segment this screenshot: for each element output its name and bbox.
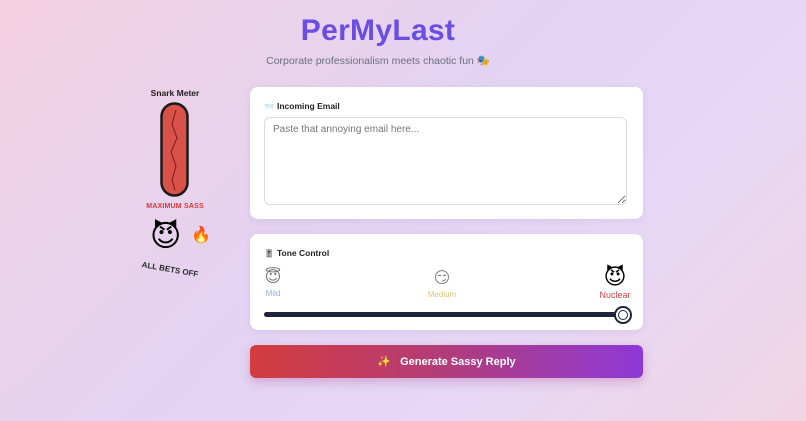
tone-control-label: 🎚️ Tone Control bbox=[264, 248, 329, 258]
tone-option-mild-label: Mild bbox=[265, 289, 281, 298]
tone-option-medium[interactable]: 😏 Medium bbox=[412, 270, 472, 300]
tone-option-medium-label: Medium bbox=[427, 290, 457, 299]
devil-icon: 😈 bbox=[603, 264, 627, 289]
slider-icon: 🎚️ bbox=[264, 249, 274, 258]
tone-control-card: 🎚️ Tone Control 😇 Mild 😏 Medium 😈 Nuclear bbox=[250, 234, 643, 330]
tone-option-nuclear[interactable]: 😈 Nuclear bbox=[585, 264, 645, 301]
meter-status-label: MAXIMUM SASS bbox=[146, 203, 204, 210]
angel-icon: 😇 bbox=[264, 269, 282, 286]
app-title: PerMyLast bbox=[300, 14, 456, 47]
generate-reply-label: Generate Sassy Reply bbox=[400, 355, 516, 368]
snark-meter-title: Snark Meter bbox=[150, 88, 200, 98]
tone-slider-thumb[interactable] bbox=[614, 306, 632, 324]
generate-reply-button[interactable]: ✨ Generate Sassy Reply bbox=[250, 345, 643, 378]
incoming-email-label-text: Incoming Email bbox=[276, 101, 340, 111]
tone-slider-track[interactable] bbox=[264, 312, 624, 317]
app-subtitle: Corporate professionalism meets chaotic … bbox=[266, 55, 490, 67]
tone-control-label-text: Tone Control bbox=[276, 248, 330, 258]
devil-icon: 😈 bbox=[150, 220, 182, 253]
smirk-icon: 😏 bbox=[433, 270, 451, 287]
envelope-icon: 📨 bbox=[264, 102, 274, 111]
tone-option-mild[interactable]: 😇 Mild bbox=[243, 269, 303, 299]
tone-option-nuclear-label: Nuclear bbox=[599, 290, 631, 300]
sparkle-icon: ✨ bbox=[377, 356, 392, 368]
snark-meter-gauge bbox=[160, 102, 189, 197]
fire-icon: 🔥 bbox=[191, 227, 211, 244]
meter-caption: ALL BETS OFF bbox=[141, 260, 199, 279]
incoming-email-card: 📨 Incoming Email bbox=[250, 87, 643, 219]
email-input[interactable] bbox=[264, 117, 627, 205]
incoming-email-label: 📨 Incoming Email bbox=[264, 101, 340, 111]
